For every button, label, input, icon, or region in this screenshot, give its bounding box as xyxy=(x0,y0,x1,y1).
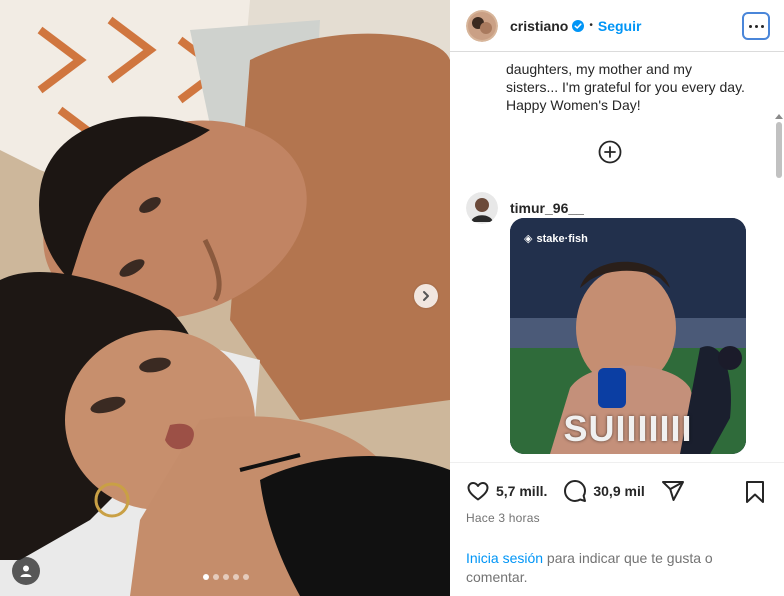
header-separator: • xyxy=(589,20,593,31)
login-link[interactable]: Inicia sesión xyxy=(466,550,543,566)
comment-button[interactable]: 30,9 mil xyxy=(563,479,645,503)
plus-circle-icon xyxy=(598,140,622,164)
post-media[interactable] xyxy=(0,0,450,596)
save-button[interactable] xyxy=(744,480,766,509)
carousel-dot xyxy=(243,574,249,580)
more-options-button[interactable] xyxy=(742,12,770,40)
gif-caption: SUIIIIIII xyxy=(563,408,693,449)
gif-watermark: ◈ stake·fish xyxy=(524,232,588,246)
comments-scrollbar[interactable] xyxy=(774,114,783,462)
heart-icon xyxy=(467,482,489,501)
next-slide-button[interactable] xyxy=(414,284,438,308)
scroll-up-arrow[interactable] xyxy=(775,114,783,119)
share-button[interactable] xyxy=(661,479,685,503)
load-more-comments-button[interactable] xyxy=(598,140,622,164)
speech-bubble-icon xyxy=(564,480,587,502)
like-button[interactable]: 5,7 mill. xyxy=(466,479,547,503)
post-timestamp[interactable]: Hace 3 horas xyxy=(466,511,540,525)
user-tag-icon xyxy=(20,565,32,577)
author-username[interactable]: cristiano xyxy=(510,18,568,34)
carousel-dot xyxy=(203,574,209,580)
scroll-thumb[interactable] xyxy=(776,122,782,178)
post-side-panel: cristiano • Seguir daughters, my mother … xyxy=(450,0,784,596)
chevron-right-icon xyxy=(423,291,429,301)
watermark-logo-icon: ◈ xyxy=(524,233,533,245)
commenter-avatar[interactable] xyxy=(466,192,498,224)
carousel-indicator xyxy=(203,574,249,580)
post-photo xyxy=(0,0,450,596)
more-options-icon xyxy=(748,24,752,28)
comments-list[interactable]: daughters, my mother and my sisters... I… xyxy=(450,52,784,462)
post-caption: daughters, my mother and my sisters... I… xyxy=(506,61,745,113)
gif-watermark-text: stake·fish xyxy=(536,232,588,245)
carousel-dot xyxy=(233,574,239,580)
comments-count[interactable]: 30,9 mil xyxy=(593,483,644,499)
paper-plane-icon xyxy=(661,481,684,501)
post-actions: 5,7 mill. 30,9 mil Hace 3 horas Inicia s… xyxy=(450,462,784,585)
verified-badge-icon xyxy=(572,19,585,32)
commenter-username[interactable]: timur_96__ xyxy=(510,200,584,216)
tagged-users-button[interactable] xyxy=(12,557,40,585)
bookmark-icon xyxy=(746,481,764,503)
comment-gif[interactable]: ◈ stake·fish SUIIIIIII xyxy=(510,218,746,454)
author-avatar[interactable] xyxy=(466,9,498,42)
carousel-dot xyxy=(223,574,229,580)
login-prompt: Inicia sesión para indicar que te gusta … xyxy=(466,549,766,587)
likes-count[interactable]: 5,7 mill. xyxy=(496,483,547,499)
carousel-dot xyxy=(213,574,219,580)
follow-button[interactable]: Seguir xyxy=(598,18,642,34)
post-header: cristiano • Seguir xyxy=(450,0,784,52)
